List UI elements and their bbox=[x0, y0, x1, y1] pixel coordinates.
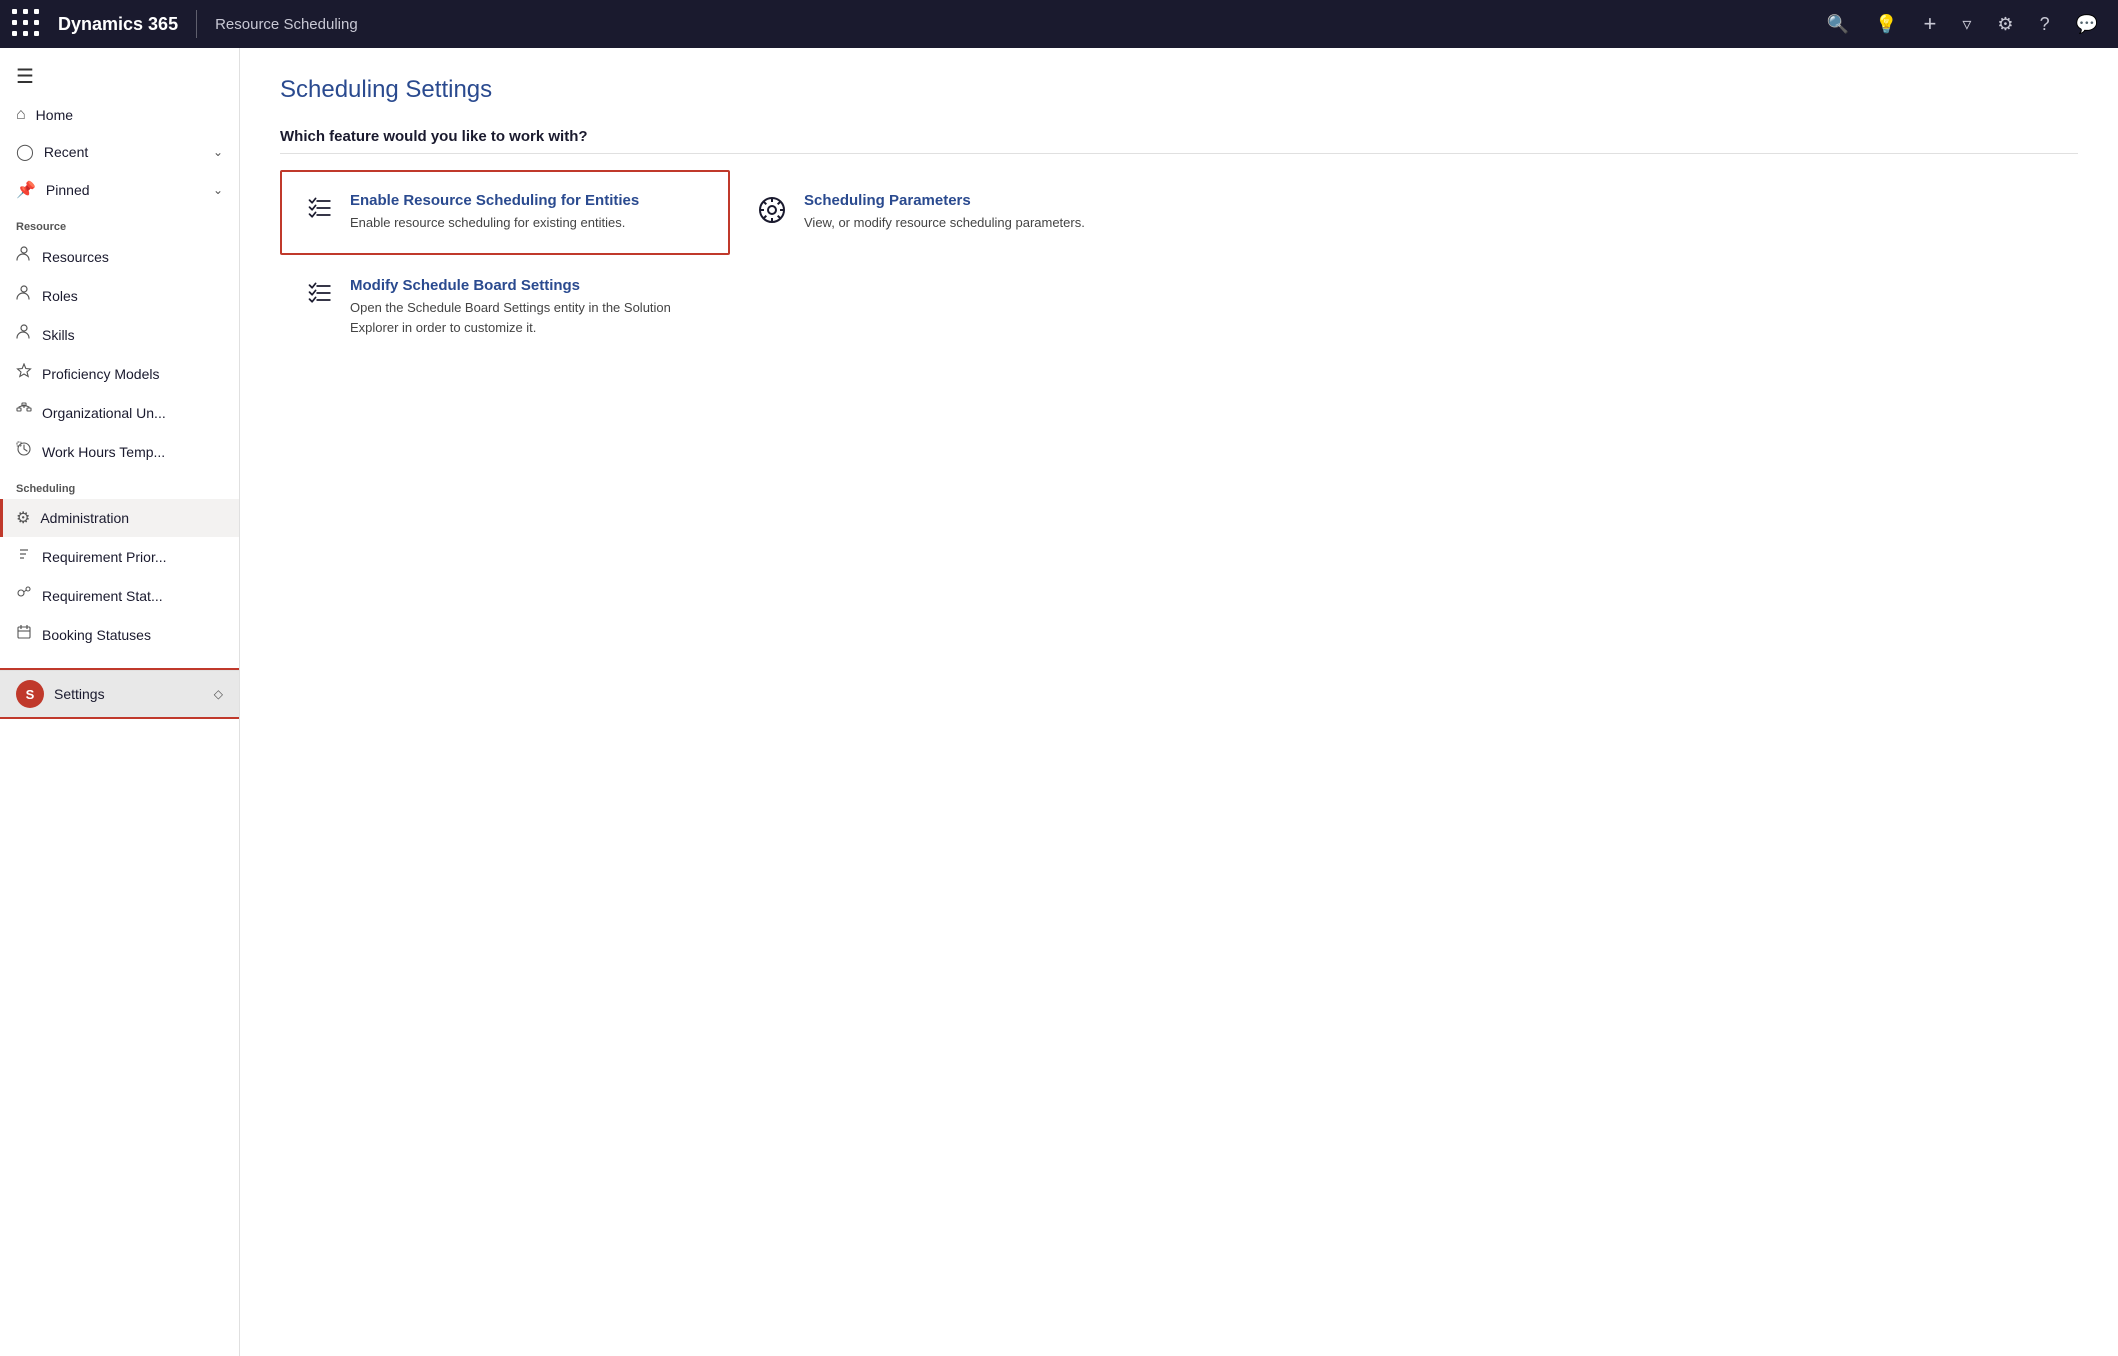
scheduling-section-label: Scheduling bbox=[0, 471, 239, 499]
body-wrap: ☰ ⌂ Home ◯ Recent ⌄ 📌 Pinned ⌄ Resource … bbox=[0, 48, 2118, 1356]
sidebar-item-organizational-units[interactable]: Organizational Un... bbox=[0, 393, 239, 432]
sidebar-item-administration[interactable]: ⚙ Administration bbox=[0, 499, 239, 537]
skills-icon bbox=[16, 324, 32, 345]
sidebar-item-booking-statuses[interactable]: Booking Statuses bbox=[0, 615, 239, 654]
sidebar-item-resources[interactable]: Resources bbox=[0, 237, 239, 276]
sidebar-item-proficiency-models[interactable]: Proficiency Models bbox=[0, 354, 239, 393]
page-title: Scheduling Settings bbox=[280, 76, 2078, 104]
resource-section-label: Resource bbox=[0, 209, 239, 237]
sidebar-item-pinned[interactable]: 📌 Pinned ⌄ bbox=[0, 171, 239, 209]
card-modify-schedule-board[interactable]: Modify Schedule Board Settings Open the … bbox=[280, 255, 730, 359]
recent-icon: ◯ bbox=[16, 142, 34, 162]
recent-expand-arrow: ⌄ bbox=[213, 145, 223, 159]
sidebar-item-home[interactable]: ⌂ Home bbox=[0, 97, 239, 133]
help-icon[interactable]: ? bbox=[2032, 10, 2058, 39]
top-navigation: Dynamics 365 Resource Scheduling 🔍 💡 + ▿… bbox=[0, 0, 2118, 48]
sidebar-item-requirement-status[interactable]: Requirement Stat... bbox=[0, 576, 239, 615]
proficiency-models-icon bbox=[16, 363, 32, 384]
main-content: Scheduling Settings Which feature would … bbox=[240, 48, 2118, 1356]
card-scheduling-params-desc: View, or modify resource scheduling para… bbox=[804, 213, 1085, 233]
sidebar: ☰ ⌂ Home ◯ Recent ⌄ 📌 Pinned ⌄ Resource … bbox=[0, 48, 240, 1356]
section-question: Which feature would you like to work wit… bbox=[280, 128, 2078, 154]
search-icon[interactable]: 🔍 bbox=[1819, 10, 1857, 39]
filter-icon[interactable]: ▿ bbox=[1954, 10, 1979, 39]
pinned-expand-arrow: ⌄ bbox=[213, 183, 223, 197]
cards-grid: Enable Resource Scheduling for Entities … bbox=[280, 170, 1180, 359]
req-priority-icon bbox=[16, 546, 32, 567]
scheduling-parameters-icon bbox=[756, 194, 788, 233]
feedback-icon[interactable]: 💬 bbox=[2068, 10, 2106, 39]
card-modify-schedule-board-text: Modify Schedule Board Settings Open the … bbox=[350, 277, 704, 337]
app-grid-button[interactable] bbox=[12, 9, 42, 39]
card-modify-schedule-board-desc: Open the Schedule Board Settings entity … bbox=[350, 298, 704, 337]
card-enable-resource-text: Enable Resource Scheduling for Entities … bbox=[350, 192, 639, 233]
modify-schedule-board-icon bbox=[306, 279, 334, 314]
app-title: Dynamics 365 bbox=[58, 14, 178, 35]
administration-icon: ⚙ bbox=[16, 508, 30, 528]
settings-icon[interactable]: ⚙ bbox=[1989, 10, 2021, 39]
card-enable-resource-title: Enable Resource Scheduling for Entities bbox=[350, 192, 639, 209]
module-name: Resource Scheduling bbox=[215, 16, 358, 33]
resources-icon bbox=[16, 246, 32, 267]
sidebar-item-work-hours-templates[interactable]: Work Hours Temp... bbox=[0, 432, 239, 471]
card-enable-resource-desc: Enable resource scheduling for existing … bbox=[350, 213, 639, 233]
card-modify-schedule-board-title: Modify Schedule Board Settings bbox=[350, 277, 704, 294]
settings-expand-arrow: ◇ bbox=[214, 687, 223, 701]
req-status-icon bbox=[16, 585, 32, 606]
sidebar-item-requirement-priority[interactable]: Requirement Prior... bbox=[0, 537, 239, 576]
roles-icon bbox=[16, 285, 32, 306]
org-units-icon bbox=[16, 402, 32, 423]
sidebar-item-recent[interactable]: ◯ Recent ⌄ bbox=[0, 133, 239, 171]
card-scheduling-parameters[interactable]: Scheduling Parameters View, or modify re… bbox=[730, 170, 1180, 255]
sidebar-item-roles[interactable]: Roles bbox=[0, 276, 239, 315]
pinned-icon: 📌 bbox=[16, 180, 36, 200]
card-enable-resource-scheduling[interactable]: Enable Resource Scheduling for Entities … bbox=[280, 170, 730, 255]
sidebar-item-skills[interactable]: Skills bbox=[0, 315, 239, 354]
add-icon[interactable]: + bbox=[1916, 7, 1945, 41]
work-hours-icon bbox=[16, 441, 32, 462]
sidebar-toggle-button[interactable]: ☰ bbox=[0, 48, 239, 97]
enable-scheduling-icon bbox=[306, 194, 334, 229]
card-scheduling-params-title: Scheduling Parameters bbox=[804, 192, 1085, 209]
card-scheduling-params-text: Scheduling Parameters View, or modify re… bbox=[804, 192, 1085, 233]
booking-statuses-icon bbox=[16, 624, 32, 645]
sidebar-item-settings[interactable]: S Settings ◇ bbox=[0, 671, 239, 717]
nav-divider bbox=[196, 10, 197, 38]
home-icon: ⌂ bbox=[16, 106, 26, 124]
lightbulb-icon[interactable]: 💡 bbox=[1867, 10, 1905, 39]
settings-letter-icon: S bbox=[16, 680, 44, 708]
